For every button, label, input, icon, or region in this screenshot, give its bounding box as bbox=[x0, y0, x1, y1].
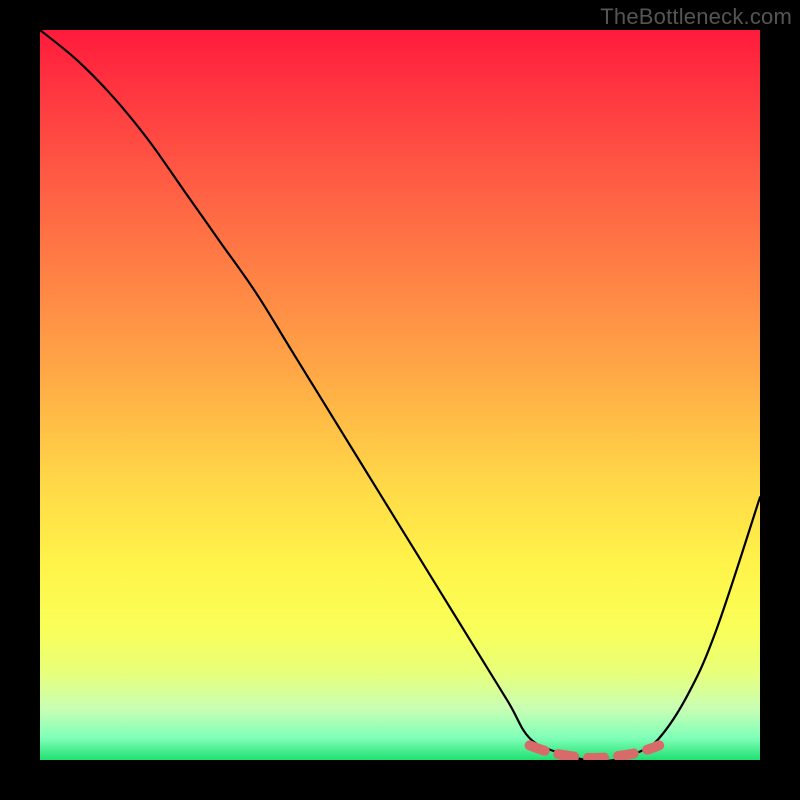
bottleneck-curve bbox=[40, 30, 760, 760]
source-watermark: TheBottleneck.com bbox=[600, 4, 792, 30]
optimal-range-marker bbox=[530, 745, 660, 758]
curve-layer bbox=[40, 30, 760, 760]
chart-canvas: TheBottleneck.com bbox=[0, 0, 800, 800]
plot-area bbox=[40, 30, 760, 760]
